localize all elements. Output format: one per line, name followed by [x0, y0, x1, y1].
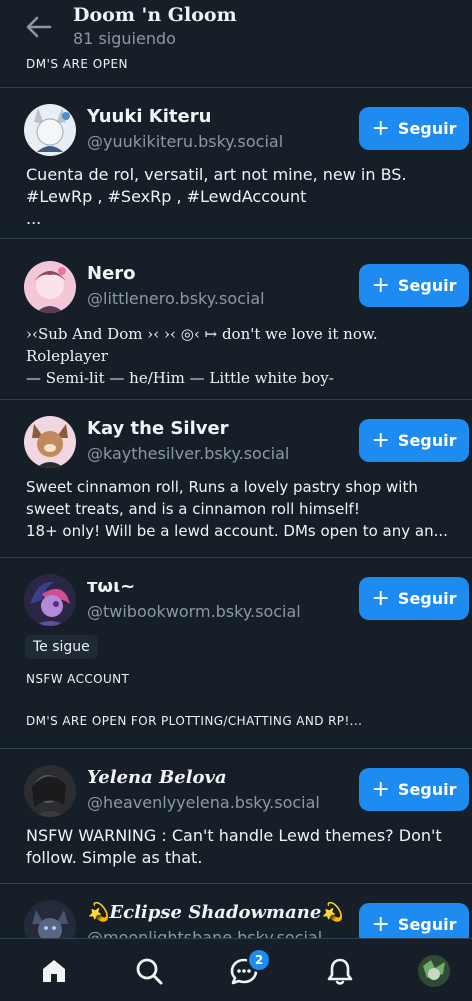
follow-button[interactable]: + Seguir [359, 419, 469, 462]
plus-icon: + [371, 585, 390, 611]
follow-button[interactable]: + Seguir [359, 768, 469, 811]
avatar[interactable] [24, 261, 76, 313]
search-icon[interactable] [129, 951, 169, 991]
follow-button-label: Seguir [397, 780, 457, 799]
home-icon[interactable] [34, 951, 74, 991]
follow-button-label: Seguir [397, 431, 457, 450]
account-bio: Cuenta de rol, versatil, art not mine, n… [26, 165, 407, 228]
follow-button-label: Seguir [397, 915, 457, 934]
account-name[interactable]: Nero [87, 263, 136, 284]
account-bio: ›‹Sub And Dom ›‹ ›‹ ◎‹ ↦ don't we love i… [26, 325, 378, 400]
plus-icon: + [371, 272, 390, 298]
account-handle[interactable]: @yuukikiteru.bsky.social [87, 132, 283, 151]
back-arrow-icon[interactable] [22, 10, 56, 44]
follows-you-badge: Te sigue [25, 635, 98, 659]
profile-bio-tail: DM'S ARE OPEN [26, 57, 129, 71]
list-item[interactable]: ᴛωι~ @twibookworm.bsky.social + Seguir T… [0, 558, 472, 749]
account-name[interactable]: Yuuki Kiteru [87, 106, 211, 127]
avatar[interactable] [24, 416, 76, 468]
chat-unread-badge: 2 [247, 948, 271, 972]
account-name[interactable]: Yelena Belova [87, 767, 227, 788]
avatar[interactable] [24, 104, 76, 156]
follow-button[interactable]: + Seguir [359, 577, 469, 620]
list-item[interactable]: Kay the Silver @kaythesilver.bsky.social… [0, 400, 472, 558]
avatar[interactable] [24, 574, 76, 626]
account-name[interactable]: 💫Eclipse Shadowmane💫 [87, 902, 344, 923]
bottom-tab-bar [0, 938, 472, 1001]
list-item[interactable]: Yuuki Kiteru @yuukikiteru.bsky.social + … [0, 88, 472, 239]
account-handle[interactable]: @heavenlyyelena.bsky.social [87, 793, 320, 812]
profile-avatar[interactable] [414, 951, 454, 991]
follow-button[interactable]: + Seguir [359, 264, 469, 307]
account-bio-line: DM'S ARE OPEN FOR PLOTTING/CHATTING AND … [26, 714, 363, 728]
following-list: Yuuki Kiteru @yuukikiteru.bsky.social + … [0, 88, 472, 964]
follow-button-label: Seguir [397, 589, 457, 608]
plus-icon: + [371, 776, 390, 802]
plus-icon: + [371, 911, 390, 937]
account-handle[interactable]: @kaythesilver.bsky.social [87, 444, 289, 463]
account-handle[interactable]: @littlenero.bsky.social [87, 289, 265, 308]
following-count: 81 siguiendo [73, 29, 176, 48]
plus-icon: + [371, 427, 390, 453]
account-bio: Sweet cinnamon roll, Runs a lovely pastr… [26, 478, 448, 540]
follow-button-label: Seguir [397, 276, 457, 295]
follow-button[interactable]: + Seguir [359, 107, 469, 150]
avatar[interactable] [24, 765, 76, 817]
list-item[interactable]: Yelena Belova @heavenlyyelena.bsky.socia… [0, 749, 472, 884]
bell-icon[interactable] [320, 951, 360, 991]
follow-button-label: Seguir [397, 119, 457, 138]
account-name[interactable]: ᴛωι~ [87, 576, 135, 597]
account-name[interactable]: Kay the Silver [87, 418, 229, 439]
account-handle[interactable]: @twibookworm.bsky.social [87, 602, 301, 621]
account-bio: NSFW WARNING : Can't handle Lewd themes?… [26, 826, 442, 867]
page-title: Doom 'n Gloom [73, 4, 237, 26]
plus-icon: + [371, 115, 390, 141]
header: Doom 'n Gloom 81 siguiendo DM'S ARE OPEN [0, 0, 472, 88]
account-bio-line: NSFW ACCOUNT [26, 672, 130, 686]
list-item[interactable]: Nero @littlenero.bsky.social + Seguir ›‹… [0, 239, 472, 400]
